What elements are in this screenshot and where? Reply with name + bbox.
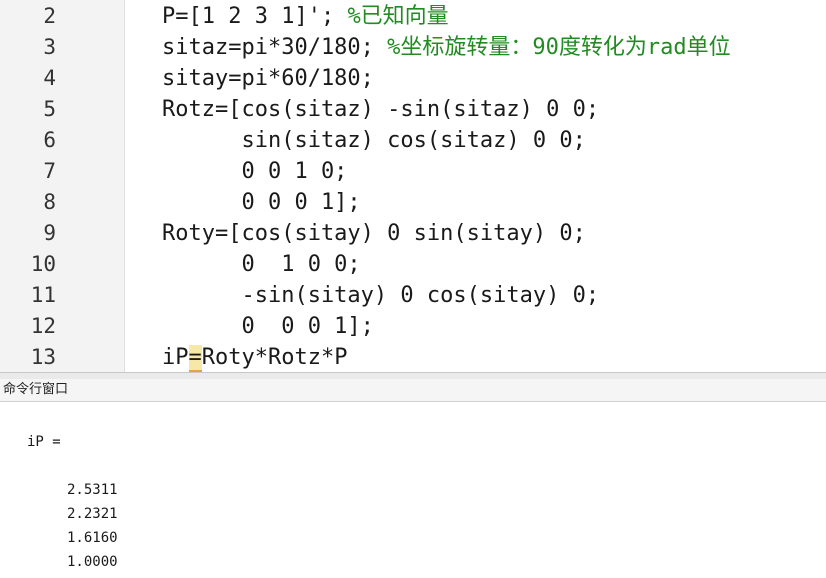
line-number: 11 (30, 283, 56, 307)
code-line[interactable]: 6 sin(sitaz) cos(sitaz) 0 0; (0, 125, 826, 156)
output-variable-line: iP = (27, 434, 61, 450)
line-number: 2 (43, 4, 56, 28)
command-window-header: 命令行窗口 (0, 379, 826, 402)
code-text[interactable]: Roty=[cos(sitay) 0 sin(sitay) 0; (162, 218, 586, 249)
code-line[interactable]: 10 0 1 0 0; (0, 249, 826, 280)
text-cursor[interactable]: = (188, 345, 202, 372)
code-line[interactable]: 8 0 0 0 1]; (0, 187, 826, 218)
code-comment: %坐标旋转量：90度转化为rad单位 (387, 35, 731, 60)
code-statement: P=[1 2 3 1]'; (162, 4, 348, 29)
line-number: 5 (43, 97, 56, 121)
code-text[interactable]: sin(sitaz) cos(sitaz) 0 0; (162, 125, 586, 156)
command-window[interactable]: iP = 2.5311 2.2321 1.6160 1.0000 (0, 402, 826, 578)
code-text[interactable]: sitay=pi*60/180; (162, 63, 374, 94)
output-value: 2.2321 (67, 506, 118, 522)
code-line[interactable]: 4 sitay=pi*60/180; (0, 63, 826, 94)
code-statement: iP (162, 345, 189, 370)
code-line[interactable]: 5 Rotz=[cos(sitaz) -sin(sitaz) 0 0; (0, 94, 826, 125)
line-number: 9 (43, 221, 56, 245)
line-number: 3 (43, 35, 56, 59)
code-line-active[interactable]: 13 iP=Roty*Rotz*P (0, 342, 826, 372)
code-line[interactable]: 11 -sin(sitay) 0 cos(sitay) 0; (0, 280, 826, 311)
code-statement: -sin(sitay) 0 cos(sitay) 0; (162, 283, 600, 308)
code-text[interactable]: 0 0 1 0; (162, 156, 347, 187)
output-value: 1.6160 (67, 530, 118, 546)
code-statement: Roty=[cos(sitay) 0 sin(sitay) 0; (162, 221, 586, 246)
line-number: 8 (43, 190, 56, 214)
output-value: 1.0000 (67, 554, 118, 570)
code-statement: 0 1 0 0; (162, 252, 361, 277)
code-statement: Roty*Rotz*P (201, 345, 348, 370)
code-editor[interactable]: 2 P=[1 2 3 1]'; %已知向量 3 sitaz=pi*30/180;… (0, 0, 826, 372)
code-statement: sin(sitaz) cos(sitaz) 0 0; (162, 128, 586, 153)
code-text[interactable]: -sin(sitay) 0 cos(sitay) 0; (162, 280, 599, 311)
code-text[interactable]: 0 0 0 1]; (162, 311, 374, 342)
code-line[interactable]: 2 P=[1 2 3 1]'; %已知向量 (0, 1, 826, 32)
code-line[interactable]: 9 Roty=[cos(sitay) 0 sin(sitay) 0; (0, 218, 826, 249)
code-statement: sitaz=pi*30/180; (162, 35, 388, 60)
code-statement: Rotz=[cos(sitaz) -sin(sitaz) 0 0; (162, 97, 600, 122)
command-window-title: 命令行窗口 (3, 382, 69, 397)
code-statement: 0 0 0 1]; (162, 190, 361, 215)
code-statement: sitay=pi*60/180; (162, 66, 374, 91)
line-number: 4 (43, 66, 56, 90)
code-text[interactable]: 0 1 0 0; (162, 249, 361, 280)
code-text[interactable]: Rotz=[cos(sitaz) -sin(sitaz) 0 0; (162, 94, 599, 125)
line-number: 6 (43, 128, 56, 152)
code-line[interactable]: 12 0 0 0 1]; (0, 311, 826, 342)
code-statement: 0 0 1 0; (162, 159, 348, 184)
line-number: 7 (43, 159, 56, 183)
code-comment: %已知向量 (347, 4, 449, 29)
code-text[interactable]: 0 0 0 1]; (162, 187, 361, 218)
code-line[interactable]: 7 0 0 1 0; (0, 156, 826, 187)
code-statement: 0 0 0 1]; (162, 314, 374, 339)
line-number: 13 (30, 345, 56, 369)
line-number: 12 (30, 314, 56, 338)
code-line[interactable]: 3 sitaz=pi*30/180; %坐标旋转量：90度转化为rad单位 (0, 32, 826, 63)
code-text[interactable]: sitaz=pi*30/180; %坐标旋转量：90度转化为rad单位 (162, 32, 731, 63)
code-text[interactable]: iP=Roty*Rotz*P (162, 342, 347, 372)
line-number: 10 (30, 252, 56, 276)
code-text[interactable]: P=[1 2 3 1]'; %已知向量 (162, 1, 449, 32)
output-value: 2.5311 (67, 482, 118, 498)
